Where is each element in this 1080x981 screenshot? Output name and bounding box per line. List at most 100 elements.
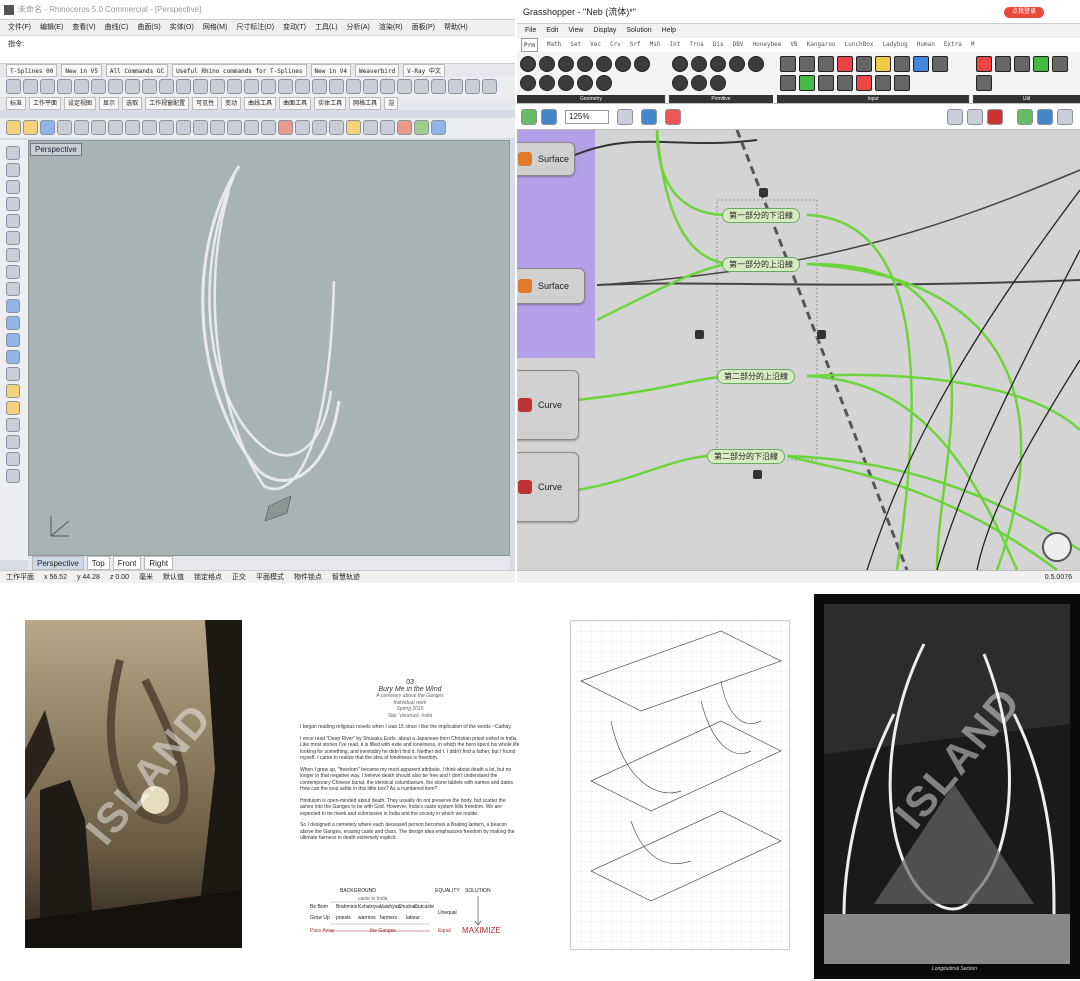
undo-icon[interactable] (142, 120, 157, 135)
tool-icon[interactable] (295, 79, 310, 94)
param-icon[interactable] (520, 75, 536, 91)
viewport-tab-front[interactable]: Front (112, 556, 142, 570)
curve-param[interactable]: Curve (517, 370, 579, 440)
relay-node[interactable]: 第一部分的下沿線 (722, 208, 800, 223)
input-icon[interactable] (818, 56, 834, 72)
open-file-icon[interactable] (23, 120, 38, 135)
component-tab[interactable]: Msh (650, 38, 661, 52)
component-tab[interactable]: Trns (689, 38, 703, 52)
menu-item[interactable]: Help (662, 24, 676, 38)
param-icon[interactable] (558, 75, 574, 91)
panel-tab[interactable]: 曲线工具 (244, 97, 277, 110)
tool-icon[interactable] (142, 79, 157, 94)
tool-icon[interactable] (278, 79, 293, 94)
status-item[interactable]: 智慧轨迹 (332, 571, 360, 583)
solid-icon[interactable] (6, 316, 20, 330)
grid-icon[interactable] (261, 120, 276, 135)
param-icon[interactable] (691, 56, 707, 72)
arc-icon[interactable] (6, 231, 20, 245)
param-icon[interactable] (672, 75, 688, 91)
tool-icon[interactable] (312, 120, 327, 135)
paste-icon[interactable] (125, 120, 140, 135)
menu-item[interactable]: 网格(M) (203, 20, 228, 35)
surface-param[interactable]: Surface (517, 268, 585, 304)
panel-tab[interactable]: 变动 (221, 97, 242, 110)
tool-icon[interactable] (278, 120, 293, 135)
panel-tab[interactable]: 显示 (99, 97, 120, 110)
input-icon[interactable] (837, 75, 853, 91)
panel-tab[interactable]: 可见性 (192, 97, 219, 110)
component-tab[interactable]: Ladybug (882, 38, 907, 52)
surface-param[interactable]: Surface (517, 142, 575, 176)
tool-icon[interactable] (193, 79, 208, 94)
menu-item[interactable]: 渲染(R) (379, 20, 403, 35)
tool-icon[interactable] (329, 79, 344, 94)
menu-item[interactable]: 变动(T) (283, 20, 306, 35)
tool-icon[interactable] (6, 452, 20, 466)
param-icon[interactable] (634, 56, 650, 72)
component-tab[interactable]: Dis (713, 38, 724, 52)
display-icon[interactable] (1037, 109, 1053, 125)
preview-mode-icon[interactable] (967, 109, 983, 125)
input-icon[interactable] (799, 56, 815, 72)
tool-icon[interactable] (159, 79, 174, 94)
tool-icon[interactable] (6, 79, 21, 94)
status-item[interactable]: 平面模式 (256, 571, 284, 583)
zoom-extents-icon[interactable] (227, 120, 242, 135)
display-icon[interactable] (1017, 109, 1033, 125)
toolbar-tab[interactable]: T-Splines 00 (6, 64, 58, 77)
tool-icon[interactable] (74, 120, 89, 135)
menu-item[interactable]: Display (593, 24, 616, 38)
param-icon[interactable] (558, 56, 574, 72)
tool-icon[interactable] (465, 79, 480, 94)
component-tab[interactable]: VB (790, 38, 797, 52)
param-icon[interactable] (520, 56, 536, 72)
signin-button[interactable]: 点我登录 (1004, 7, 1044, 18)
menu-item[interactable]: Edit (546, 24, 558, 38)
panel-tab[interactable]: 标准 (6, 97, 27, 110)
tool-icon[interactable] (210, 79, 225, 94)
menu-item[interactable]: 实体(O) (170, 20, 194, 35)
tool-icon[interactable] (414, 79, 429, 94)
menu-item[interactable]: 面板(P) (412, 20, 435, 35)
dimension-icon[interactable] (6, 418, 20, 432)
curve-param[interactable]: Curve (517, 452, 579, 522)
tool-icon[interactable] (6, 435, 20, 449)
tool-icon[interactable] (6, 469, 20, 483)
toolbar-tab[interactable]: New in V4 (310, 64, 352, 77)
component-tab[interactable]: LunchBox (845, 38, 874, 52)
util-icon[interactable] (976, 75, 992, 91)
menu-item[interactable]: File (525, 24, 536, 38)
param-icon[interactable] (672, 56, 688, 72)
perspective-viewport[interactable] (28, 140, 510, 556)
toolbar-tab[interactable]: Useful Rhino commands for T-Splines (172, 64, 307, 77)
tool-icon[interactable] (176, 79, 191, 94)
save-icon[interactable] (40, 120, 55, 135)
toolbar-tab[interactable]: V-Ray 中文 (403, 64, 445, 77)
param-icon[interactable] (710, 75, 726, 91)
menu-item[interactable]: 尺寸标注(D) (236, 20, 274, 35)
toolbar-tab[interactable]: New in V5 (61, 64, 102, 77)
component-tab[interactable]: Int (670, 38, 681, 52)
rectangle-icon[interactable] (6, 265, 20, 279)
command-line[interactable]: 指令: (0, 36, 515, 64)
material-icon[interactable] (397, 120, 412, 135)
preview-mode-icon[interactable] (987, 109, 1003, 125)
menu-item[interactable]: 编辑(E) (40, 20, 63, 35)
viewport-tab-perspective[interactable]: Perspective (32, 556, 84, 570)
component-tab[interactable]: Human (917, 38, 935, 52)
param-icon[interactable] (710, 56, 726, 72)
panel-tab[interactable]: 曲面工具 (279, 97, 312, 110)
tool-icon[interactable] (431, 79, 446, 94)
menu-item[interactable]: 曲线(C) (105, 20, 129, 35)
component-tab[interactable]: Crv (610, 38, 621, 52)
input-icon[interactable] (856, 75, 872, 91)
viewport-label[interactable]: Perspective (30, 143, 82, 156)
input-icon[interactable] (837, 56, 853, 72)
component-tab[interactable]: DBV (733, 38, 744, 52)
toolbar-tab[interactable]: All Commands GC (105, 64, 169, 77)
new-file-icon[interactable] (6, 120, 21, 135)
tool-icon[interactable] (329, 120, 344, 135)
param-icon[interactable] (729, 56, 745, 72)
circle-icon[interactable] (6, 214, 20, 228)
